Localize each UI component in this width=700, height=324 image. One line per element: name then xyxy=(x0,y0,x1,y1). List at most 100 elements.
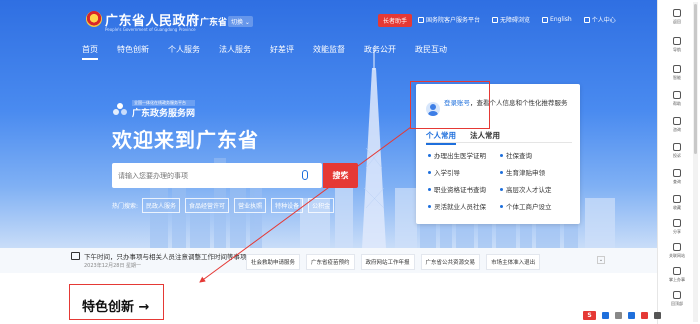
hot-item[interactable]: 食品经营许可 xyxy=(185,198,230,213)
hot-label: 热门搜索: xyxy=(112,203,139,210)
sidebar-label: 查询 xyxy=(673,179,681,184)
platform-icon xyxy=(418,16,424,23)
notice-date: 2023年12月28日 星期一 xyxy=(84,263,142,269)
chevron-down-icon[interactable]: ⌄ xyxy=(597,256,605,264)
site-subtitle: People's Government of Guangdong Provinc… xyxy=(105,27,196,32)
nav-supervision[interactable]: 效能监督 xyxy=(313,44,345,60)
main-nav: 首页 特色创新 个人服务 法人服务 好差评 效能监督 政务公开 政民互动 xyxy=(82,44,466,60)
sidebar-label: 掌上办事 xyxy=(669,277,685,282)
sidebar-label: 返回 xyxy=(673,19,681,24)
nav-personal[interactable]: 个人服务 xyxy=(168,44,200,60)
link-icon xyxy=(673,243,681,251)
nav-home[interactable]: 首页 xyxy=(82,44,98,60)
sidebar-label: 投诉 xyxy=(673,153,681,158)
service-link[interactable]: 灵活就业人员社保 xyxy=(428,201,500,211)
help-icon xyxy=(673,91,681,99)
nav-rating[interactable]: 好差评 xyxy=(270,44,294,60)
share-icon xyxy=(673,219,681,227)
arrow-up-icon xyxy=(673,291,681,299)
service-link[interactable]: 高层次人才认定 xyxy=(500,184,572,194)
microphone-icon[interactable] xyxy=(302,170,308,180)
service-link[interactable]: 入学引导 xyxy=(428,167,500,177)
sidebar-label: 回顶部 xyxy=(671,301,683,306)
search-icon xyxy=(673,169,681,177)
top-links: 国务院客户服务平台 无障碍浏览 English 个人中心 xyxy=(418,15,628,24)
sogou-ime-icon[interactable]: S xyxy=(583,310,596,320)
tab-underline xyxy=(426,142,572,143)
globe-icon xyxy=(542,16,549,23)
quick-link[interactable]: 社会救助申请服务 xyxy=(246,254,301,270)
tray-icon[interactable] xyxy=(615,311,622,319)
system-tray: S xyxy=(583,308,693,322)
top-link-user-center[interactable]: 个人中心 xyxy=(583,15,616,24)
search-box xyxy=(112,163,322,188)
region-switch-button[interactable]: 切换 ⌄ xyxy=(228,16,253,27)
top-link-label: 无障碍浏览 xyxy=(500,17,531,24)
service-logo-icon xyxy=(113,102,127,115)
top-link-label: 国务院客户服务平台 xyxy=(426,17,481,24)
quick-link[interactable]: 广东省疫苗预约 xyxy=(306,254,355,270)
top-link-state-council[interactable]: 国务院客户服务平台 xyxy=(418,15,480,24)
consult-icon xyxy=(673,117,681,125)
sidebar-label: 分享 xyxy=(673,229,681,234)
service-link[interactable]: 个体工商户设立 xyxy=(500,201,572,211)
back-icon xyxy=(673,9,681,17)
accessibility-icon xyxy=(492,16,499,23)
service-link[interactable]: 生育津贴申领 xyxy=(500,167,572,177)
quick-link[interactable]: 政府网站工作年报 xyxy=(360,254,415,270)
star-icon xyxy=(673,195,681,203)
hot-item[interactable]: 民政人服务 xyxy=(142,198,181,213)
tray-icon[interactable] xyxy=(628,311,635,319)
welcome-heading: 欢迎来到广东省 xyxy=(112,128,259,152)
hot-searches: 热门搜索: 民政人服务 食品经营许可 营业执照 特种设备 公积金 xyxy=(112,198,339,213)
hot-item[interactable]: 特种设备 xyxy=(271,198,304,213)
service-link[interactable]: 职业资格证书查询 xyxy=(428,184,500,194)
complaint-icon xyxy=(673,143,681,151)
guide-icon xyxy=(673,37,681,45)
tray-icon[interactable] xyxy=(641,311,648,319)
chat-icon xyxy=(673,65,681,73)
highlight-box-login xyxy=(410,81,490,129)
top-link-english[interactable]: English xyxy=(542,15,572,24)
sidebar-label: 关联网站 xyxy=(669,253,685,258)
quick-link[interactable]: 广东省公共资源交易 xyxy=(420,254,481,270)
hot-item[interactable]: 公积金 xyxy=(308,198,335,213)
service-brand: 全国一体化在线政务服务平台 广东政务服务网 xyxy=(112,100,196,119)
search-button[interactable]: 搜索 xyxy=(323,163,358,188)
hero-banner: 广东省人民政府 People's Government of Guangdong… xyxy=(0,0,657,248)
header-divider xyxy=(195,14,196,26)
common-services-list: 办理出生医学证明 社保查询 入学引导 生育津贴申领 职业资格证书查询 高层次人才… xyxy=(428,150,578,211)
sidebar-label: 咨询 xyxy=(673,127,681,132)
quick-links: 社会救助申请服务 广东省疫苗预约 政府网站工作年报 广东省公共资源交易 市场主体… xyxy=(246,254,546,270)
service-link[interactable]: 办理出生医学证明 xyxy=(428,150,500,160)
tray-icon[interactable] xyxy=(654,311,661,319)
sidebar-item-guide[interactable]: 导航 xyxy=(658,30,696,60)
service-link[interactable]: 社保查询 xyxy=(500,150,572,160)
sidebar-label: 帮助 xyxy=(673,101,681,106)
top-link-accessibility[interactable]: 无障碍浏览 xyxy=(492,15,530,24)
nav-interaction[interactable]: 政民互动 xyxy=(415,44,447,60)
top-header: 广东省人民政府 People's Government of Guangdong… xyxy=(0,0,657,36)
elderly-assistant-button[interactable]: 长者助手 xyxy=(378,14,413,27)
search-input[interactable] xyxy=(112,163,298,188)
highlight-box-featured xyxy=(69,284,164,320)
sidebar-item-back[interactable]: 返回 xyxy=(658,2,696,32)
nav-featured[interactable]: 特色创新 xyxy=(117,44,149,60)
nav-legal-person[interactable]: 法人服务 xyxy=(219,44,251,60)
top-link-label: 个人中心 xyxy=(591,17,616,24)
sidebar-label: 收藏 xyxy=(673,205,681,210)
notice-icon xyxy=(71,252,80,260)
tray-icon[interactable] xyxy=(602,311,609,319)
hot-item[interactable]: 营业执照 xyxy=(234,198,267,213)
notice-bar: 下午时间，只办事项与相关人员注意调整工作时间等事项 2023年12月28日 星期… xyxy=(0,248,657,273)
notice-text[interactable]: 下午时间，只办事项与相关人员注意调整工作时间等事项 xyxy=(84,251,247,261)
sidebar-label: 智能 xyxy=(673,75,681,80)
user-icon xyxy=(583,16,590,23)
top-link-label: English xyxy=(550,16,572,23)
region-name: 广东省 xyxy=(200,18,228,28)
quick-link[interactable]: 市场主体准入退出 xyxy=(486,254,541,270)
national-emblem-icon xyxy=(86,11,102,27)
scrollbar-thumb[interactable] xyxy=(694,4,697,154)
mobile-icon xyxy=(673,267,681,275)
nav-publicity[interactable]: 政务公开 xyxy=(364,44,396,60)
